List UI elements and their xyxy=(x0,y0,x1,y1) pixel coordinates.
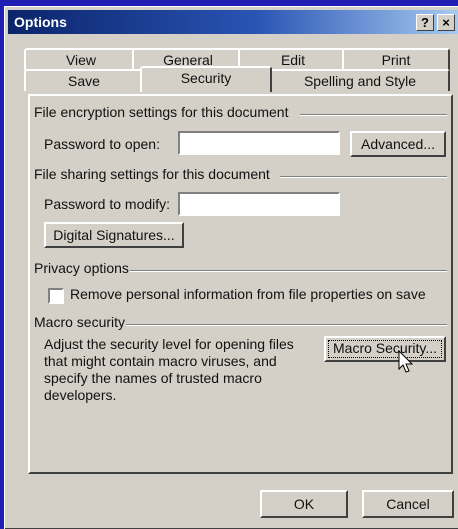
advanced-button[interactable]: Advanced... xyxy=(350,131,446,157)
security-tab-panel: File encryption settings for this docume… xyxy=(28,94,453,474)
macro-description-line: developers. xyxy=(44,387,117,403)
digital-signatures-button[interactable]: Digital Signatures... xyxy=(44,222,184,248)
macro-description-line: that might contain macro viruses, and xyxy=(44,353,277,369)
options-dialog: Options ? × View General Edit Print Save… xyxy=(4,6,458,529)
macro-group-title: Macro security xyxy=(34,314,126,330)
remove-personal-info-label[interactable]: Remove personal information from file pr… xyxy=(70,286,426,302)
ok-button[interactable]: OK xyxy=(260,490,348,518)
password-to-modify-label: Password to modify: xyxy=(44,196,171,212)
privacy-group-title: Privacy options xyxy=(34,260,129,276)
help-button[interactable]: ? xyxy=(416,14,434,31)
password-to-modify-input[interactable] xyxy=(178,192,340,216)
title-bar[interactable]: Options ? × xyxy=(8,10,458,34)
password-to-open-label: Password to open: xyxy=(44,136,160,152)
privacy-divider xyxy=(130,270,447,272)
tab-security[interactable]: Security xyxy=(140,66,272,92)
macro-description-line: specify the names of trusted macro xyxy=(44,370,262,386)
close-button[interactable]: × xyxy=(437,14,455,31)
macro-divider xyxy=(126,324,447,326)
sharing-group-title: File sharing settings for this document xyxy=(34,166,270,182)
encryption-divider xyxy=(300,114,447,116)
mouse-pointer-icon xyxy=(398,350,414,373)
tab-save[interactable]: Save xyxy=(24,69,144,91)
tab-view[interactable]: View xyxy=(24,48,138,70)
window-title: Options xyxy=(14,14,67,30)
macro-security-button[interactable]: Macro Security... xyxy=(324,336,446,362)
password-to-open-input[interactable] xyxy=(178,131,340,155)
macro-description: Adjust the security level for opening fi… xyxy=(44,336,314,404)
encryption-group-title: File encryption settings for this docume… xyxy=(34,104,289,120)
sharing-divider xyxy=(280,176,447,178)
cancel-button[interactable]: Cancel xyxy=(362,490,454,518)
remove-personal-info-checkbox[interactable] xyxy=(48,288,64,304)
tab-spelling-and-style[interactable]: Spelling and Style xyxy=(270,69,450,91)
tab-print[interactable]: Print xyxy=(342,48,450,70)
macro-description-line: Adjust the security level for opening fi… xyxy=(44,336,294,352)
